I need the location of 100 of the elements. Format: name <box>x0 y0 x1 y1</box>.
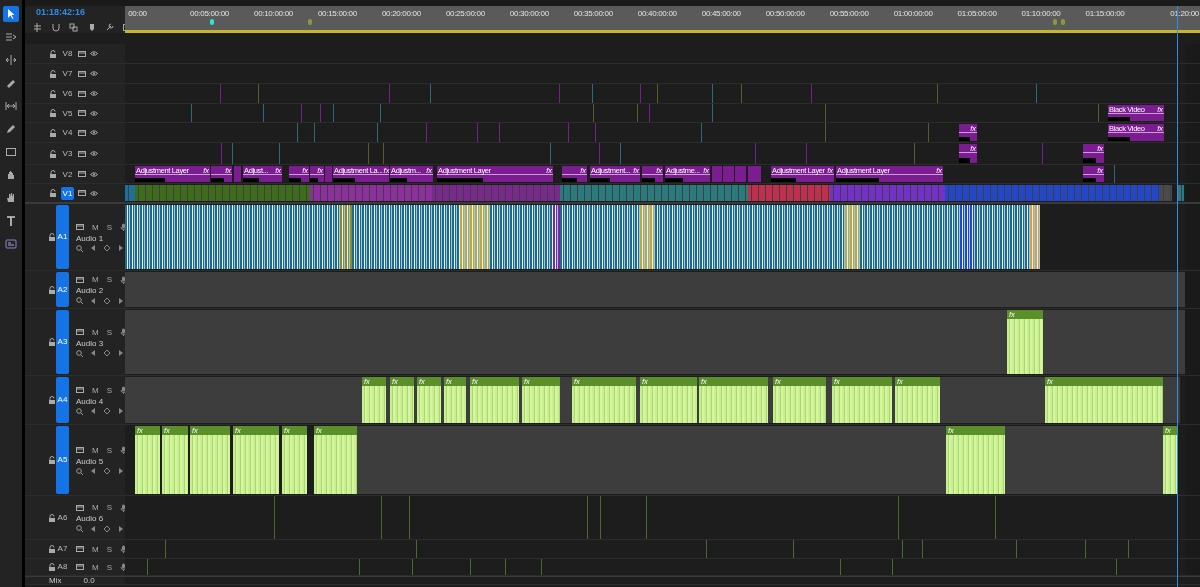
film-icon[interactable] <box>76 276 84 283</box>
track-target-toggle[interactable]: V8 <box>61 47 74 60</box>
nest-icon[interactable] <box>33 22 43 32</box>
audio-waveform-clip[interactable] <box>340 205 352 269</box>
video-clip[interactable] <box>125 185 135 201</box>
film-icon[interactable] <box>76 329 84 335</box>
lock-icon[interactable] <box>48 338 56 346</box>
film-icon[interactable] <box>78 50 86 57</box>
audio-waveform-clip[interactable] <box>460 205 490 269</box>
audio-waveform-clip[interactable] <box>845 205 860 269</box>
film-icon[interactable] <box>76 447 84 453</box>
track-target-toggle[interactable]: A2 <box>56 272 69 307</box>
video-clip[interactable] <box>748 185 830 201</box>
next-keyframe-icon[interactable] <box>118 525 123 532</box>
solo-toggle[interactable]: S <box>106 544 112 554</box>
film-icon[interactable] <box>78 171 86 177</box>
video-clip[interactable] <box>560 185 748 201</box>
lock-icon[interactable] <box>49 170 57 178</box>
track-target-toggle[interactable]: V4 <box>61 126 74 139</box>
track-target-toggle[interactable]: A7 <box>56 541 69 557</box>
previous-keyframe-icon[interactable] <box>91 468 96 474</box>
mute-toggle[interactable]: M <box>92 562 99 572</box>
audio-clip[interactable] <box>386 377 390 423</box>
audio-clip[interactable] <box>892 377 895 423</box>
video-clip[interactable] <box>1160 185 1172 201</box>
audio-clip[interactable] <box>940 377 1045 423</box>
previous-keyframe-icon[interactable] <box>91 525 96 532</box>
audio-waveform-clip[interactable] <box>655 205 845 269</box>
mute-toggle[interactable]: M <box>92 503 99 512</box>
track-target-toggle[interactable]: V3 <box>61 147 74 160</box>
solo-toggle[interactable]: S <box>106 503 112 512</box>
audio-waveform-clip[interactable] <box>960 205 975 269</box>
film-icon[interactable] <box>78 90 86 97</box>
next-keyframe-icon[interactable] <box>118 245 123 251</box>
lock-icon[interactable] <box>49 128 57 137</box>
add-keyframe-icon[interactable] <box>104 297 110 304</box>
audio-waveform-clip[interactable] <box>1030 205 1040 269</box>
linked-selection-icon[interactable] <box>69 22 79 32</box>
next-keyframe-icon[interactable] <box>118 297 123 304</box>
marker-icon[interactable] <box>87 22 97 32</box>
film-icon[interactable] <box>76 504 84 511</box>
film-icon[interactable] <box>78 110 86 116</box>
lock-icon[interactable] <box>49 69 57 78</box>
previous-keyframe-icon[interactable] <box>91 245 96 251</box>
lock-icon[interactable] <box>49 189 57 197</box>
lock-icon[interactable] <box>48 513 56 522</box>
lock-icon[interactable] <box>49 149 57 158</box>
video-clip[interactable] <box>945 185 1160 201</box>
track-target-toggle[interactable]: V2 <box>61 167 74 181</box>
lock-icon[interactable] <box>48 545 56 553</box>
track-target-toggle[interactable]: V7 <box>61 67 74 80</box>
track-target-toggle[interactable]: A6 <box>56 497 69 538</box>
film-icon[interactable] <box>78 129 86 136</box>
previous-keyframe-icon[interactable] <box>91 350 96 356</box>
video-clip[interactable] <box>432 185 560 201</box>
eye-icon[interactable] <box>90 70 98 77</box>
audio-clip[interactable] <box>636 377 640 423</box>
add-keyframe-icon[interactable] <box>104 468 110 474</box>
audio-clip[interactable] <box>560 377 572 423</box>
audio-waveform-clip[interactable] <box>553 205 560 269</box>
video-clip[interactable] <box>135 185 310 201</box>
track-target-toggle[interactable]: A3 <box>56 310 69 374</box>
film-icon[interactable] <box>76 564 84 570</box>
caption-tool-icon[interactable] <box>3 236 19 252</box>
selection-tool-icon[interactable] <box>3 6 19 22</box>
audio-waveform-clip[interactable] <box>860 205 960 269</box>
audio-waveform-clip[interactable] <box>490 205 553 269</box>
audio-waveform-clip[interactable] <box>975 205 1030 269</box>
lock-icon[interactable] <box>48 396 56 404</box>
video-clip[interactable] <box>310 185 432 201</box>
track-target-toggle[interactable]: V5 <box>61 106 74 120</box>
audio-clip[interactable] <box>1043 310 1185 374</box>
solo-toggle[interactable]: S <box>106 562 112 572</box>
eye-icon[interactable] <box>90 50 98 57</box>
audio-clip[interactable] <box>125 310 1007 374</box>
film-icon[interactable] <box>78 190 86 196</box>
wrench-icon[interactable] <box>105 22 115 32</box>
audio-clip[interactable] <box>466 377 470 423</box>
eye-icon[interactable] <box>90 150 98 157</box>
eye-icon[interactable] <box>90 189 98 197</box>
lock-icon[interactable] <box>48 563 56 571</box>
eye-icon[interactable] <box>90 129 98 136</box>
film-icon[interactable] <box>76 546 84 552</box>
mute-toggle[interactable]: M <box>92 445 99 455</box>
eye-icon[interactable] <box>90 170 98 178</box>
solo-toggle[interactable]: S <box>106 222 112 232</box>
next-keyframe-icon[interactable] <box>118 468 123 474</box>
audio-clip[interactable] <box>768 377 773 423</box>
audio-clip[interactable] <box>441 377 444 423</box>
audio-clip[interactable] <box>414 377 417 423</box>
track-target-toggle[interactable]: A5 <box>56 426 69 494</box>
mix-level[interactable]: 0.0 <box>83 576 95 585</box>
film-icon[interactable] <box>76 387 84 393</box>
eye-icon[interactable] <box>90 90 98 97</box>
previous-keyframe-icon[interactable] <box>91 408 96 414</box>
solo-toggle[interactable]: S <box>106 275 112 284</box>
mute-toggle[interactable]: M <box>92 222 99 232</box>
mute-toggle[interactable]: M <box>92 275 99 284</box>
video-clip[interactable] <box>712 166 722 182</box>
mute-toggle[interactable]: M <box>92 327 99 337</box>
